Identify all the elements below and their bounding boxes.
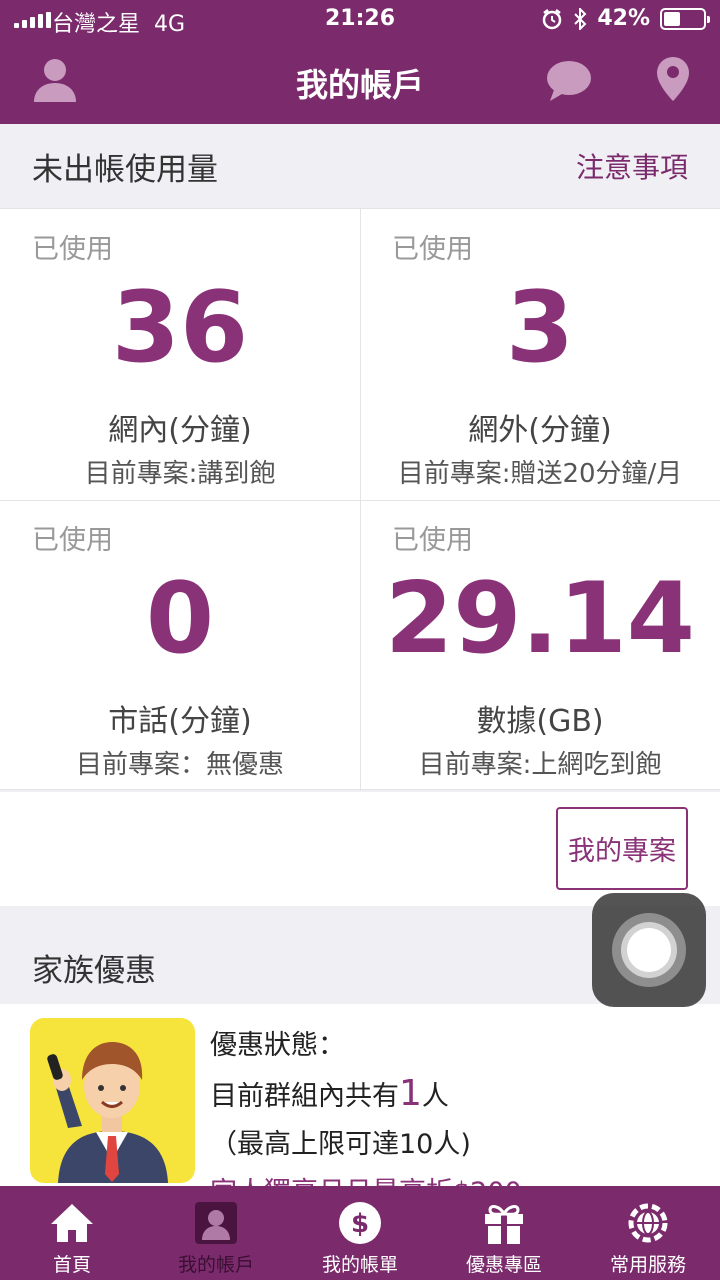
tab-label: 我的帳戶	[177, 1254, 254, 1276]
tab-label: 首頁	[52, 1254, 91, 1276]
home-icon	[51, 1204, 93, 1242]
tab-promotions[interactable]: 優惠專區	[432, 1186, 576, 1280]
nav-bar: 我的帳戶	[0, 40, 720, 124]
tab-home[interactable]: 首頁	[0, 1186, 144, 1280]
tab-label: 常用服務	[609, 1254, 686, 1276]
tab-my-bill[interactable]: $ 我的帳單	[288, 1186, 432, 1280]
gift-icon	[485, 1205, 523, 1244]
usage-card-onnet[interactable]: 已使用 36 網內(分鐘) 目前專案:講到飽	[0, 209, 360, 500]
status-bar: 台灣之星 4G 21:26 42%	[0, 0, 720, 40]
usage-unit: 市話(分鐘)	[108, 704, 252, 739]
usage-value: 0	[145, 562, 215, 676]
globe-gear-icon	[628, 1203, 668, 1243]
usage-card-data[interactable]: 已使用 29.14 數據(GB) 目前專案:上網吃到飽	[360, 500, 720, 791]
usage-plan: 目前專案：無優惠	[75, 750, 284, 780]
used-label: 已使用	[392, 234, 473, 265]
status-label: 優惠狀態：	[210, 1030, 345, 1061]
businessman-icon	[47, 1042, 168, 1183]
alarm-icon	[543, 8, 562, 29]
usage-plan: 目前專案:贈送20分鐘/月	[397, 459, 683, 489]
used-label: 已使用	[32, 525, 113, 556]
usage-value: 36	[111, 271, 249, 385]
usage-card-offnet[interactable]: 已使用 3 網外(分鐘) 目前專案:贈送20分鐘/月	[360, 209, 720, 500]
notice-link[interactable]: 注意事項	[576, 146, 688, 186]
tab-label: 優惠專區	[465, 1254, 542, 1276]
usage-section-header: 未出帳使用量 注意事項	[0, 124, 720, 208]
bluetooth-icon	[574, 7, 587, 30]
usage-plan: 目前專案:上網吃到飽	[418, 750, 662, 780]
my-plan-button[interactable]: 我的專案	[556, 807, 688, 890]
limit-text: （最高上限可達10人)	[210, 1129, 471, 1160]
used-label: 已使用	[392, 525, 473, 556]
used-label: 已使用	[32, 234, 113, 265]
dollar-icon: $	[339, 1202, 381, 1244]
account-icon	[195, 1202, 237, 1244]
family-avatar	[30, 1018, 195, 1183]
battery-percent: 42%	[597, 6, 650, 31]
usage-unit: 網外(分鐘)	[468, 413, 612, 448]
usage-plan: 目前專案:講到飽	[84, 459, 276, 489]
chat-icon[interactable]	[546, 60, 592, 102]
svg-text:$: $	[351, 1209, 369, 1239]
family-status: 優惠狀態： 目前群組內共有1人 （最高上限可達10人) 家人獨享月月最高折$20…	[210, 1022, 522, 1194]
tab-label: 我的帳單	[321, 1254, 398, 1276]
family-section-title: 家族優惠	[32, 952, 156, 989]
usage-value: 29.14	[385, 562, 695, 676]
assistive-touch-button[interactable]	[592, 893, 706, 1007]
group-count-line: 目前群組內共有1人	[210, 1073, 449, 1114]
usage-value: 3	[505, 271, 575, 385]
usage-unit: 數據(GB)	[476, 704, 604, 739]
group-count: 1	[399, 1073, 422, 1114]
battery-icon	[660, 7, 710, 30]
my-plan-area: 我的專案	[0, 792, 720, 906]
usage-unit: 網內(分鐘)	[108, 413, 252, 448]
page-title: 我的帳戶	[295, 66, 424, 104]
family-card[interactable]: 優惠狀態： 目前群組內共有1人 （最高上限可達10人) 家人獨享月月最高折$20…	[0, 1004, 720, 1194]
tab-services[interactable]: 常用服務	[576, 1186, 720, 1280]
location-icon[interactable]	[656, 56, 690, 102]
usage-section-title: 未出帳使用量	[32, 151, 218, 188]
usage-grid: 已使用 36 網內(分鐘) 目前專案:講到飽 已使用 3 網外(分鐘) 目前專案…	[0, 208, 720, 791]
tab-my-account[interactable]: 我的帳戶	[144, 1186, 288, 1280]
tab-bar: 首頁 我的帳戶 $ 我的帳單 優惠專區 常用服務	[0, 1186, 720, 1280]
usage-card-landline[interactable]: 已使用 0 市話(分鐘) 目前專案：無優惠	[0, 500, 360, 791]
